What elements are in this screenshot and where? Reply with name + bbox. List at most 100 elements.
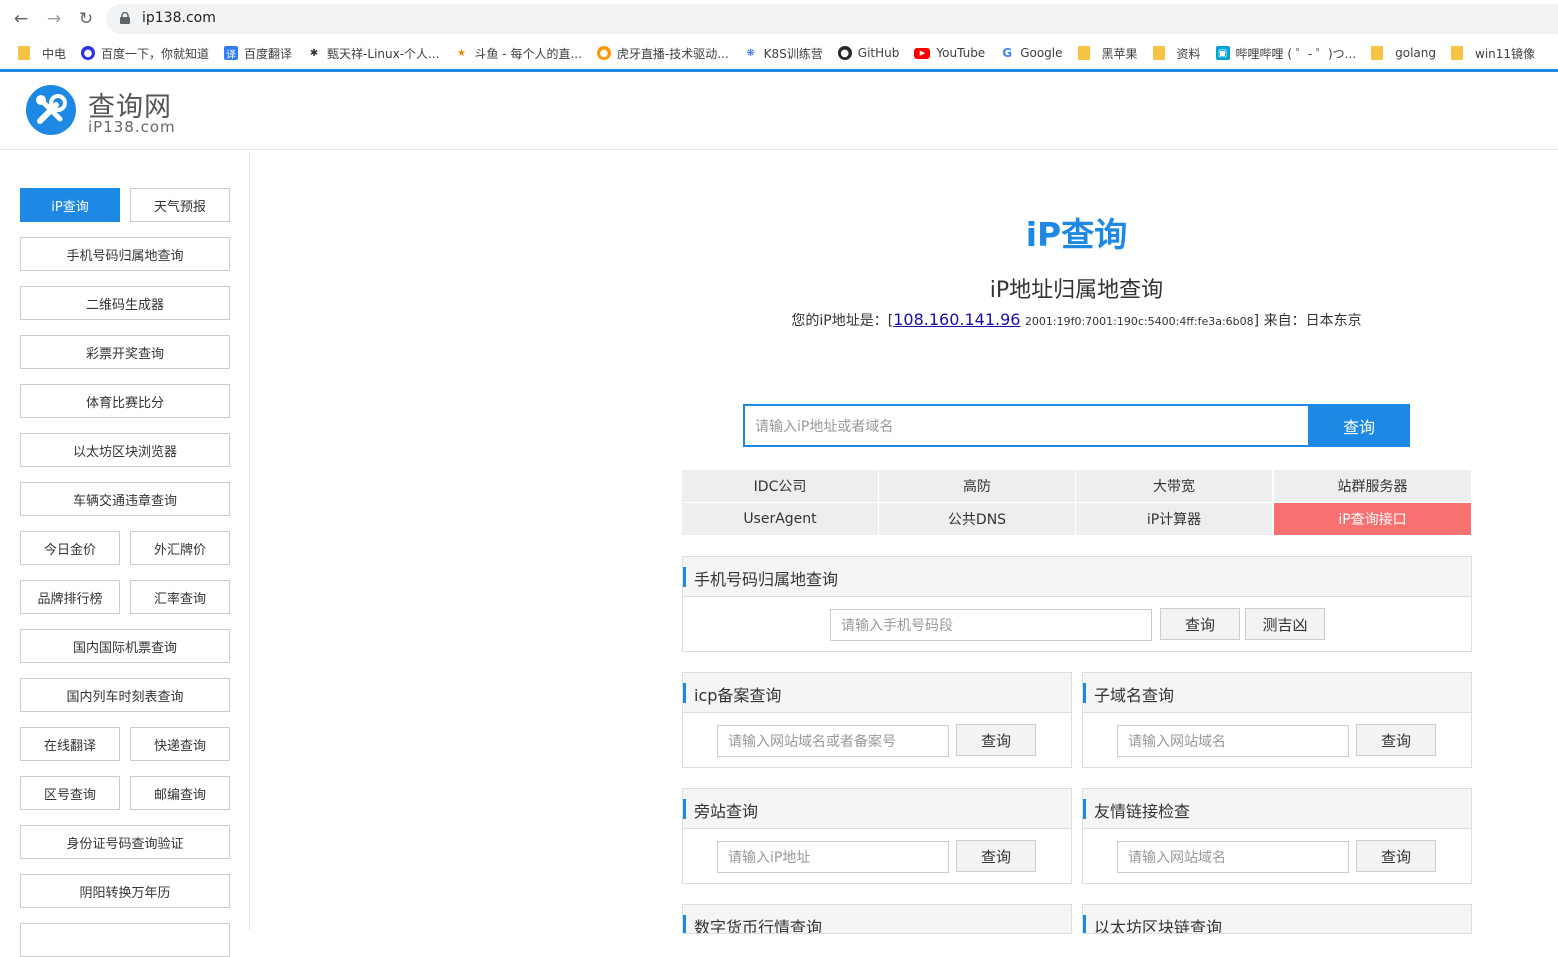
phone-input[interactable]: 请输入手机号码段	[830, 609, 1152, 641]
icp-query-button[interactable]: 查询	[956, 724, 1036, 756]
bookmark-item[interactable]: G Google	[1000, 46, 1063, 60]
translate-icon: 译	[224, 46, 239, 61]
sidebar-item-express[interactable]: 快递查询	[130, 727, 230, 761]
back-arrow-icon[interactable]: ←	[10, 8, 32, 30]
page-title: iP查询	[1025, 215, 1128, 254]
sidebar-item-exchange[interactable]: 汇率查询	[130, 580, 230, 614]
page-subtitle: iP地址归属地查询	[989, 278, 1164, 303]
subdomain-input[interactable]: 请输入网站域名	[1117, 725, 1349, 757]
your-ip-line: 您的iP地址是：[108.160.141.96 2001:19f0:7001:1…	[682, 310, 1471, 330]
sidebar-item-areacode[interactable]: 区号查询	[20, 776, 120, 810]
sidebar-item-forex[interactable]: 外汇牌价	[130, 531, 230, 565]
sidebar-item-phone[interactable]: 手机号码归属地查询	[20, 237, 230, 271]
sidebar-item-weather[interactable]: 天气预报	[130, 188, 230, 222]
sidebar-item-gold[interactable]: 今日金价	[20, 531, 120, 565]
friend-link-query-button[interactable]: 查询	[1356, 840, 1436, 872]
panel-accent-bar	[683, 683, 686, 703]
sidebar: iP查询 天气预报 手机号码归属地查询 二维码生成器 彩票开奖查询 体育比赛比分…	[0, 151, 250, 957]
sidebar-item-ip-query[interactable]: iP查询	[20, 188, 120, 222]
bookmark-item[interactable]: ✱ 甄天祥-Linux-个人...	[307, 45, 439, 62]
logo-domain[interactable]: iP138.com	[88, 118, 176, 136]
sidebar-item-sports[interactable]: 体育比赛比分	[20, 384, 230, 418]
url-text: ip138.com	[142, 10, 216, 26]
sidebar-item-partial[interactable]	[20, 923, 230, 957]
sidebar-item-brands[interactable]: 品牌排行榜	[20, 580, 120, 614]
panel-accent-bar	[1083, 683, 1086, 703]
bookmark-item[interactable]: 黑苹果	[1077, 45, 1138, 62]
bookmark-item[interactable]: 中电	[18, 45, 66, 62]
huya-icon: ●	[596, 46, 611, 60]
bookmarks-bar: 中电 ● 百度一下，你就知道 译百度翻译 ✱ 甄天祥-Linux-个人... ★ 斗鱼…	[0, 38, 1558, 68]
panel-title: icp备案查询	[694, 686, 782, 705]
sidebar-item-traffic[interactable]: 车辆交通违章查询	[20, 482, 230, 516]
lock-icon	[120, 12, 130, 24]
bookmark-item[interactable]: ● 虎牙直播-技术驱动...	[596, 45, 729, 62]
panel-title: 手机号码归属地查询	[694, 570, 839, 589]
sidebar-item-idcard[interactable]: 身份证号码查询验证	[20, 825, 230, 859]
panel-title: 数字货币行情查询	[694, 918, 823, 934]
side-site-input[interactable]: 请输入iP地址	[717, 841, 949, 873]
sidebar-item-lottery[interactable]: 彩票开奖查询	[20, 335, 230, 369]
ipv6-text: 2001:19f0:7001:190c:5400:4ff:fe3a:6b08	[1024, 315, 1254, 328]
browser-toolbar: ← → ↻ ip138.com	[0, 0, 1558, 38]
folder-icon	[1451, 46, 1464, 60]
icp-input[interactable]: 请输入网站域名或者备案号	[717, 725, 949, 757]
panel-accent-bar	[683, 799, 686, 819]
folder-icon	[1152, 46, 1165, 60]
folder-icon	[18, 46, 30, 60]
github-icon: ●	[837, 46, 852, 60]
quick-link-idc[interactable]: IDC公司	[682, 470, 878, 502]
address-bar[interactable]: ip138.com	[106, 4, 1558, 34]
bookmark-item[interactable]: ● GitHub	[837, 46, 899, 60]
panel-accent-bar	[683, 567, 686, 587]
subdomain-query-button[interactable]: 查询	[1356, 724, 1436, 756]
panel-header: 旁站查询	[683, 789, 1071, 829]
icp-lookup-panel: icp备案查询 请输入网站域名或者备案号 查询	[682, 672, 1072, 768]
quick-link-site-group[interactable]: 站群服务器	[1274, 470, 1471, 502]
panel-title: 以太坊区块链查询	[1094, 918, 1223, 934]
sidebar-item-flights[interactable]: 国内国际机票查询	[20, 629, 230, 663]
subdomain-lookup-panel: 子域名查询 请输入网站域名 查询	[1082, 672, 1472, 768]
ipv4-link[interactable]: 108.160.141.96	[893, 310, 1020, 329]
quick-link-ddos[interactable]: 高防	[879, 470, 1075, 502]
panel-title: 旁站查询	[694, 802, 759, 821]
sidebar-item-calendar[interactable]: 阴阳转换万年历	[20, 874, 230, 908]
quick-link-public-dns[interactable]: 公共DNS	[879, 503, 1075, 535]
sidebar-item-ethereum[interactable]: 以太坊区块浏览器	[20, 433, 230, 467]
google-icon: G	[1000, 46, 1015, 60]
reload-icon[interactable]: ↻	[75, 8, 97, 30]
baidu-icon: ●	[81, 46, 96, 60]
k8s-icon: ❋	[743, 46, 758, 60]
bookmark-item[interactable]: 译百度翻译	[224, 45, 292, 62]
bookmark-item[interactable]: golang	[1371, 46, 1436, 60]
panel-header: icp备案查询	[683, 673, 1071, 713]
quick-link-bandwidth[interactable]: 大带宽	[1076, 470, 1272, 502]
bookmark-item[interactable]: ❋ K8S训练营	[743, 45, 823, 62]
friend-link-check-panel: 友情链接检查 请输入网站域名 查询	[1082, 788, 1472, 884]
bookmark-item[interactable]: win11镜像	[1451, 45, 1535, 62]
bookmark-item[interactable]: ★ 斗鱼 - 每个人的直...	[454, 45, 582, 62]
panel-title: 友情链接检查	[1094, 802, 1191, 821]
side-site-query-button[interactable]: 查询	[956, 840, 1036, 872]
side-site-lookup-panel: 旁站查询 请输入iP地址 查询	[682, 788, 1072, 884]
phone-query-button[interactable]: 查询	[1160, 608, 1240, 640]
friend-link-input[interactable]: 请输入网站域名	[1117, 841, 1349, 873]
wrench-tools-logo-icon[interactable]	[26, 85, 76, 135]
bookmark-item[interactable]: 资料	[1152, 45, 1201, 62]
sidebar-item-qrcode[interactable]: 二维码生成器	[20, 286, 230, 320]
site-header: 查询网 iP138.com	[0, 72, 1558, 150]
quick-link-useragent[interactable]: UserAgent	[682, 503, 878, 535]
sidebar-item-trains[interactable]: 国内列车时刻表查询	[20, 678, 230, 712]
bookmark-item[interactable]: ● 百度一下，你就知道	[81, 45, 209, 62]
forward-arrow-icon[interactable]: →	[43, 8, 65, 30]
sidebar-item-postcode[interactable]: 邮编查询	[130, 776, 230, 810]
quick-link-ip-api[interactable]: iP查询接口	[1274, 503, 1471, 535]
quick-link-ip-calculator[interactable]: iP计算器	[1076, 503, 1272, 535]
bookmark-item[interactable]: ▣ 哔哩哔哩 ( ゜- ゜)つ...	[1215, 45, 1356, 62]
bookmark-item[interactable]: ▶ YouTube	[914, 46, 985, 60]
phone-fortune-button[interactable]: 测吉凶	[1245, 608, 1325, 640]
panel-title: 子域名查询	[1094, 686, 1175, 705]
sidebar-item-translate[interactable]: 在线翻译	[20, 727, 120, 761]
ip-search-input[interactable]: 请输入iP地址或者域名	[743, 404, 1309, 447]
ip-search-button[interactable]: 查询	[1308, 404, 1410, 447]
